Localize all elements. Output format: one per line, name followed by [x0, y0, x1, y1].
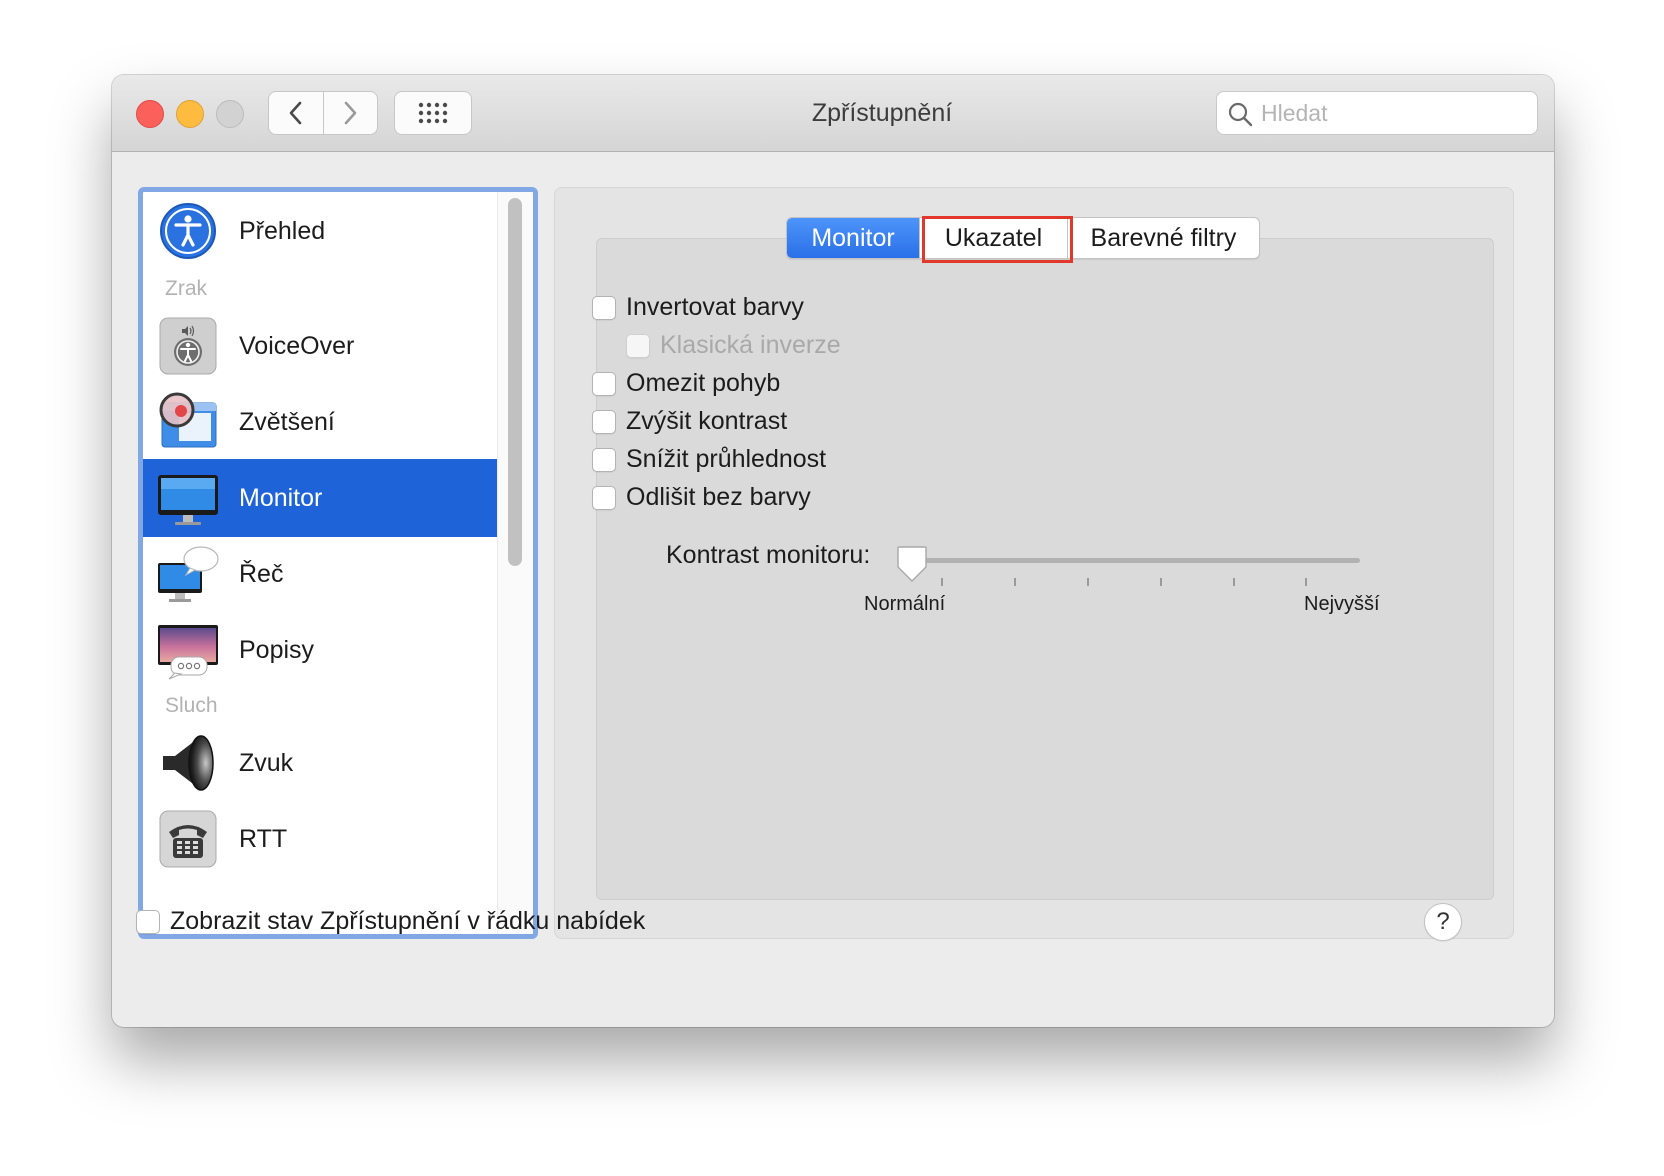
captions-icon — [157, 619, 219, 681]
sidebar-item-label: Zvuk — [239, 748, 294, 777]
window-title: Zpřístupnění — [811, 99, 953, 127]
option-label: Zobrazit stav Zpřístupnění v řádku nabíd… — [170, 907, 646, 935]
sidebar-item-rec[interactable]: Řeč — [143, 535, 503, 613]
accessibility-icon — [157, 200, 219, 262]
sidebar-item-label: Monitor — [239, 483, 323, 512]
slider-max-label: Nejvyšší — [1304, 593, 1380, 615]
search-icon — [1228, 102, 1253, 127]
navigation-buttons — [268, 91, 378, 135]
contrast-slider-label: Kontrast monitoru: — [666, 541, 871, 569]
option-reduce-motion[interactable]: Omezit pohyb — [592, 369, 780, 398]
show-all-button[interactable] — [394, 91, 472, 135]
sidebar-item-label: Řeč — [239, 559, 284, 588]
chevron-right-icon — [344, 101, 357, 125]
option-classic-invert: Klasická inverze — [626, 331, 841, 360]
sidebar-item-prehled[interactable]: Přehled — [143, 192, 503, 270]
chevron-left-icon — [289, 101, 302, 125]
option-label: Invertovat barvy — [626, 293, 804, 321]
reduce-motion-checkbox[interactable] — [592, 371, 616, 396]
sidebar-item-rtt[interactable]: RTT — [143, 800, 503, 878]
differentiate-without-color-checkbox[interactable] — [592, 485, 616, 510]
telephone-icon — [157, 808, 219, 870]
slider-tick — [1087, 578, 1089, 586]
invert-colors-checkbox[interactable] — [592, 295, 616, 320]
back-button[interactable] — [269, 92, 323, 134]
sidebar-item-zvetseni[interactable]: Zvětšení — [143, 383, 503, 461]
category-sidebar: Přehled Zrak VoiceOver Zvětšení Monitor … — [138, 187, 538, 939]
forward-button[interactable] — [322, 92, 378, 134]
contrast-slider-track[interactable] — [910, 558, 1360, 563]
option-reduce-transparency[interactable]: Snížit průhlednost — [592, 445, 826, 474]
minimize-button[interactable] — [176, 100, 204, 128]
tab-monitor[interactable]: Monitor — [787, 218, 919, 258]
speech-icon — [157, 543, 219, 605]
slider-tick — [1305, 578, 1307, 586]
reduce-transparency-checkbox[interactable] — [592, 447, 616, 472]
option-show-menu-status[interactable]: Zobrazit stav Zpřístupnění v řádku nabíd… — [136, 907, 645, 936]
slider-tick — [1233, 578, 1235, 586]
title-bar: Zpřístupnění — [112, 75, 1554, 152]
sidebar-scrollbar-thumb[interactable] — [508, 198, 522, 566]
close-button[interactable] — [136, 100, 164, 128]
voiceover-icon — [157, 315, 219, 377]
option-label: Snížit průhlednost — [626, 445, 827, 473]
option-label: Odlišit bez barvy — [626, 483, 811, 511]
sidebar-item-voiceover[interactable]: VoiceOver — [143, 307, 503, 385]
highlight-box — [922, 216, 1073, 263]
slider-min-label: Normální — [864, 593, 946, 615]
slider-tick — [1160, 578, 1162, 586]
help-button[interactable]: ? — [1424, 903, 1462, 941]
option-increase-contrast[interactable]: Zvýšit kontrast — [592, 407, 787, 436]
sidebar-scrollbar[interactable] — [497, 192, 533, 934]
option-invert-colors[interactable]: Invertovat barvy — [592, 293, 804, 322]
option-label: Omezit pohyb — [626, 369, 781, 397]
classic-invert-checkbox — [626, 333, 650, 358]
sidebar-item-label: Popisy — [239, 635, 315, 664]
search-field[interactable] — [1216, 91, 1538, 135]
slider-tick — [1014, 578, 1016, 586]
tab-barevne-filtry[interactable]: Barevné filtry — [1067, 218, 1259, 258]
show-menu-status-checkbox[interactable] — [136, 909, 160, 934]
contrast-slider-thumb[interactable] — [896, 545, 928, 583]
zoom-button[interactable] — [216, 100, 244, 128]
grid-icon — [418, 102, 448, 124]
sidebar-section-sluch: Sluch — [165, 694, 218, 717]
increase-contrast-checkbox[interactable] — [592, 409, 616, 434]
sidebar-item-label: RTT — [239, 824, 288, 853]
magnifier-icon — [157, 391, 219, 453]
sidebar-list: Přehled Zrak VoiceOver Zvětšení Monitor … — [143, 192, 503, 934]
option-differentiate-without-color[interactable]: Odlišit bez barvy — [592, 483, 811, 512]
sidebar-item-monitor[interactable]: Monitor — [143, 459, 503, 537]
sidebar-item-label: Přehled — [239, 216, 326, 245]
system-preferences-window: Zpřístupnění P — [112, 75, 1554, 1027]
option-label: Klasická inverze — [660, 331, 841, 359]
option-label: Zvýšit kontrast — [626, 407, 788, 435]
sidebar-item-label: VoiceOver — [239, 331, 355, 360]
sidebar-item-label: Zvětšení — [239, 407, 335, 436]
sidebar-section-zrak: Zrak — [165, 277, 207, 300]
slider-tick — [941, 578, 943, 586]
monitor-icon — [157, 467, 219, 529]
sidebar-item-zvuk[interactable]: Zvuk — [143, 724, 503, 802]
search-input[interactable] — [1261, 92, 1521, 134]
sidebar-item-popisy[interactable]: Popisy — [143, 611, 503, 689]
speaker-icon — [157, 732, 219, 794]
